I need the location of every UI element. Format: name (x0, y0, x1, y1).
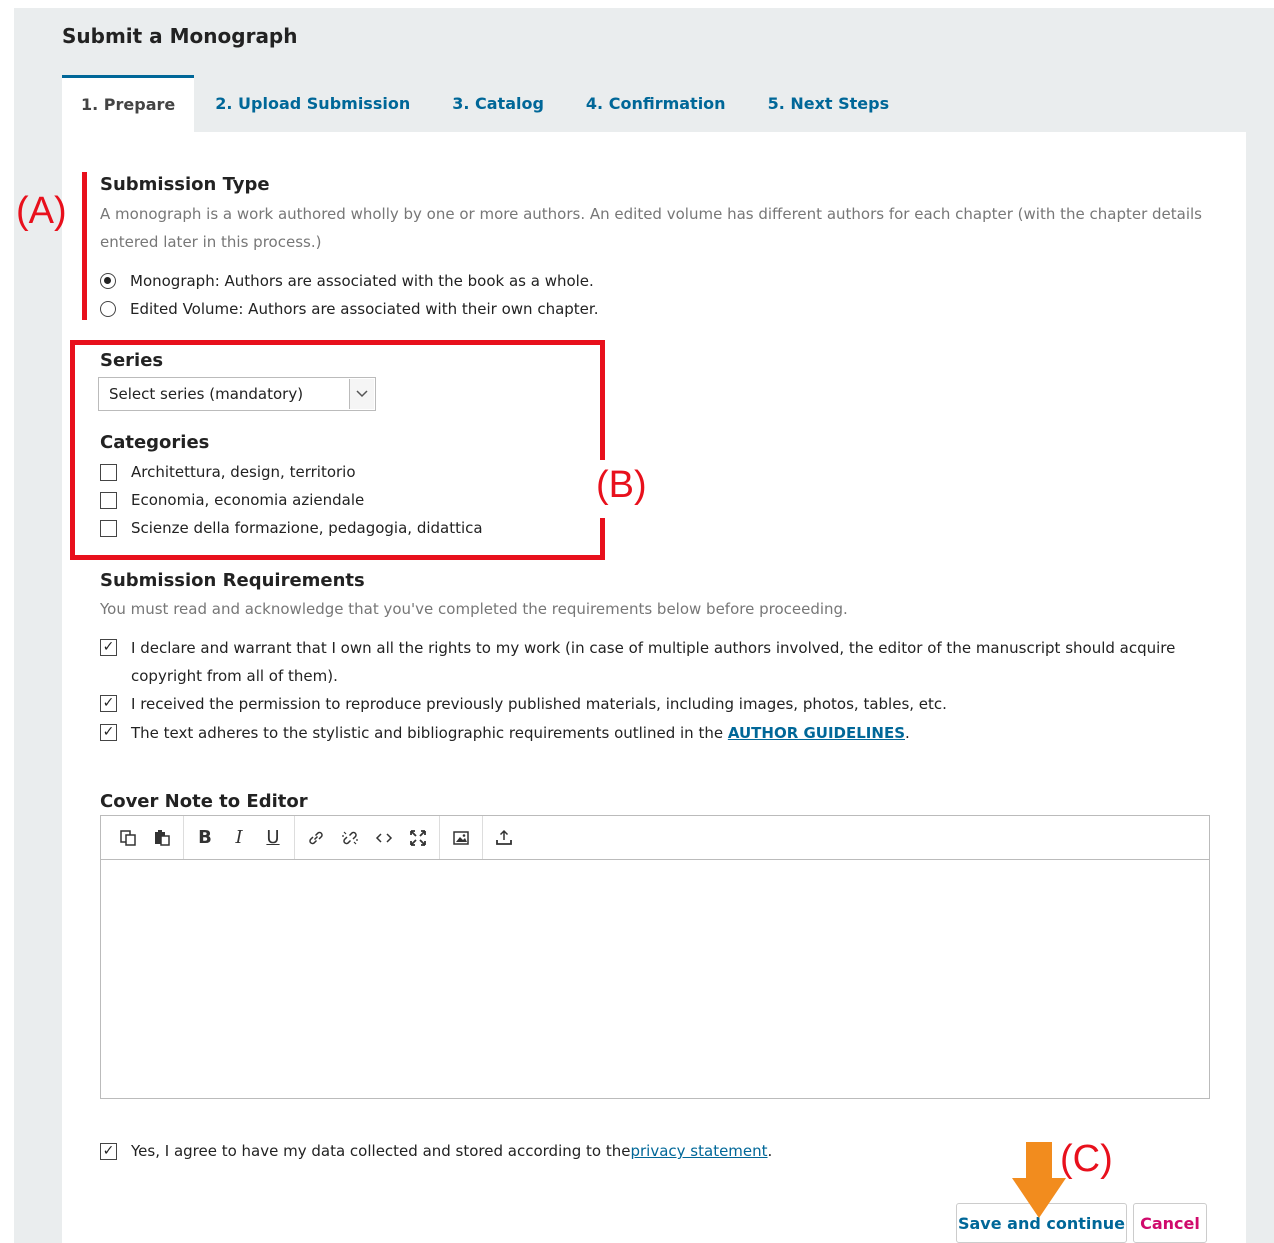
tab-next-steps[interactable]: 5. Next Steps (747, 75, 911, 132)
cancel-button[interactable]: Cancel (1133, 1203, 1207, 1243)
requirement-text-container: The text adheres to the stylistic and bi… (131, 719, 910, 747)
tab-upload-submission[interactable]: 2. Upload Submission (194, 75, 431, 132)
requirement-item-permission[interactable]: ✓ I received the permission to reproduce… (100, 690, 1210, 718)
fullscreen-icon[interactable] (401, 821, 435, 855)
page-title: Submit a Monograph (62, 24, 298, 48)
requirement-text-end: . (905, 724, 910, 742)
radio-edited-volume[interactable] (100, 301, 116, 317)
cover-note-label: Cover Note to Editor (100, 791, 308, 812)
image-icon[interactable] (444, 821, 478, 855)
requirement-checkbox[interactable]: ✓ (100, 724, 117, 741)
category-item[interactable]: Scienze della formazione, pedagogia, did… (100, 514, 483, 542)
toolbar-group-clipboard (107, 816, 184, 859)
chevron-down-icon[interactable] (349, 379, 374, 409)
cover-note-textarea[interactable] (101, 860, 1209, 1098)
annotation-b-label: (B) (596, 464, 647, 506)
requirements-description: You must read and acknowledge that you'v… (100, 600, 848, 618)
privacy-text-end: . (767, 1142, 773, 1160)
privacy-text: Yes, I agree to have my data collected a… (131, 1142, 631, 1160)
categories-label: Categories (100, 432, 210, 453)
toolbar-group-insert (295, 816, 440, 859)
bold-icon-glyph: B (198, 827, 212, 848)
category-label: Architettura, design, territorio (131, 463, 356, 481)
paste-icon[interactable] (145, 821, 179, 855)
underline-icon[interactable]: U (256, 821, 290, 855)
radio-monograph[interactable] (100, 273, 116, 289)
category-item[interactable]: Economia, economia aziendale (100, 486, 364, 514)
series-label: Series (100, 350, 164, 371)
requirement-item-guidelines[interactable]: ✓ The text adheres to the stylistic and … (100, 719, 1210, 747)
submission-type-label: Submission Type (100, 174, 270, 195)
cover-note-editor: B I U (100, 815, 1210, 1099)
requirement-text: I declare and warrant that I own all the… (131, 639, 1176, 685)
radio-monograph-label: Monograph: Authors are associated with t… (130, 272, 594, 290)
bold-icon[interactable]: B (188, 821, 222, 855)
italic-icon-glyph: I (235, 827, 243, 848)
editor-toolbar: B I U (101, 816, 1209, 860)
unlink-icon[interactable] (333, 821, 367, 855)
code-icon[interactable] (367, 821, 401, 855)
series-select[interactable]: Select series (mandatory) (98, 377, 376, 411)
requirements-label: Submission Requirements (100, 570, 365, 591)
radio-option-monograph[interactable]: Monograph: Authors are associated with t… (100, 267, 594, 295)
italic-icon[interactable]: I (222, 821, 256, 855)
wizard-tabs: 1. Prepare 2. Upload Submission 3. Catal… (62, 75, 910, 132)
annotation-c-label: (C) (1060, 1138, 1113, 1180)
copy-icon[interactable] (111, 821, 145, 855)
category-label: Economia, economia aziendale (131, 491, 365, 509)
requirement-text: I received the permission to reproduce p… (131, 695, 947, 713)
radio-option-edited-volume[interactable]: Edited Volume: Authors are associated wi… (100, 295, 598, 323)
link-icon[interactable] (299, 821, 333, 855)
toolbar-group-format: B I U (184, 816, 295, 859)
requirement-checkbox[interactable]: ✓ (100, 695, 117, 712)
series-select-value: Select series (mandatory) (109, 385, 304, 403)
requirement-text: The text adheres to the stylistic and bi… (131, 724, 728, 742)
privacy-checkbox[interactable]: ✓ (100, 1142, 117, 1160)
underline-icon-glyph: U (266, 827, 280, 848)
category-item[interactable]: Architettura, design, territorio (100, 458, 356, 486)
tab-confirmation[interactable]: 4. Confirmation (565, 75, 747, 132)
category-checkbox[interactable] (100, 519, 117, 537)
requirement-item-rights[interactable]: ✓ I declare and warrant that I own all t… (100, 634, 1210, 690)
requirement-checkbox[interactable]: ✓ (100, 639, 117, 656)
upload-icon[interactable] (487, 821, 521, 855)
category-label: Scienze della formazione, pedagogia, did… (131, 519, 483, 537)
privacy-statement-link[interactable]: privacy statement (630, 1142, 767, 1160)
toolbar-group-upload (483, 816, 525, 859)
privacy-consent[interactable]: ✓ Yes, I agree to have my data collected… (100, 1137, 772, 1165)
annotation-c-arrow (1012, 1142, 1066, 1218)
category-checkbox[interactable] (100, 463, 117, 481)
tab-prepare[interactable]: 1. Prepare (62, 75, 195, 132)
category-checkbox[interactable] (100, 491, 117, 509)
radio-edited-volume-label: Edited Volume: Authors are associated wi… (130, 300, 599, 318)
annotation-a-bar (82, 172, 87, 320)
author-guidelines-link[interactable]: AUTHOR GUIDELINES (728, 724, 905, 742)
annotation-a-label: (A) (16, 190, 67, 232)
submission-type-description: A monograph is a work authored wholly by… (100, 205, 1202, 251)
tab-catalog[interactable]: 3. Catalog (431, 75, 565, 132)
toolbar-group-media (440, 816, 483, 859)
